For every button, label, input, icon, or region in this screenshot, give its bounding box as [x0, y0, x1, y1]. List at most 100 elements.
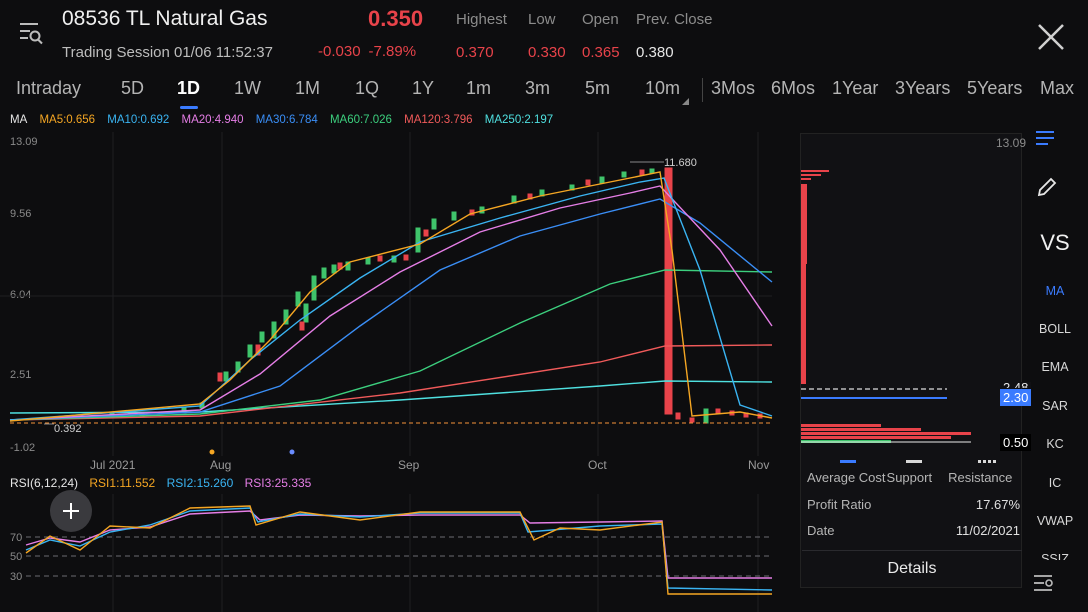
tab-1q[interactable]: 1Q	[355, 78, 379, 99]
list-icon[interactable]	[1036, 130, 1056, 146]
resistance-swatch	[978, 460, 996, 463]
current-price: 0.350	[368, 6, 424, 31]
price-chart[interactable]: 11.680 0.392	[0, 128, 780, 458]
rsi3-value: RSI3:25.335	[244, 476, 312, 490]
stat-label-open: Open	[582, 11, 619, 28]
sidebar-item-ic[interactable]: IC	[1022, 476, 1088, 490]
active-tab-indicator	[180, 106, 198, 109]
tab-5d[interactable]: 5D	[121, 78, 144, 99]
sidebar-item-sar[interactable]: SAR	[1022, 399, 1088, 413]
menu-search-icon[interactable]	[18, 20, 44, 48]
ma20-value: MA20:4.940	[181, 114, 244, 126]
rsi2-value: RSI2:15.260	[166, 476, 234, 490]
tab-1m[interactable]: 1M	[295, 78, 320, 99]
ma120-value: MA120:3.796	[404, 114, 473, 126]
tab-3mos[interactable]: 3Mos	[711, 78, 755, 99]
indicator-sidebar: VS MA BOLL EMA SAR KC IC VWAP SSIZ	[1022, 120, 1088, 612]
tab-1min[interactable]: 1m	[466, 78, 491, 99]
compare-vs-button[interactable]: VS	[1022, 230, 1088, 256]
add-indicator-button[interactable]	[50, 490, 92, 532]
details-button[interactable]: Details	[802, 550, 1022, 586]
rsi-level-label: 70	[10, 532, 22, 544]
rsi-chart[interactable]: 70 50 30	[0, 492, 780, 612]
event-marker-dot	[289, 449, 295, 455]
ma-legend-title: MA	[10, 114, 28, 126]
x-axis-label: Jul 2021	[90, 458, 136, 472]
rsi-legend[interactable]: RSI(6,12,24) RSI1:11.552 RSI2:15.260 RSI…	[10, 476, 319, 490]
legend-support: Support	[886, 470, 933, 485]
sidebar-item-kc[interactable]: KC	[1022, 437, 1088, 451]
x-axis-label: Nov	[748, 458, 770, 472]
tab-5years[interactable]: 5Years	[967, 78, 1022, 99]
stat-label-highest: Highest	[456, 11, 507, 28]
price-change: -0.030 -7.89%	[318, 43, 416, 60]
rsi-legend-title: RSI(6,12,24)	[10, 476, 79, 490]
tab-1w[interactable]: 1W	[234, 78, 261, 99]
panel-legend: Average CostSupport Resistance	[807, 470, 1012, 485]
rsi3-line	[25, 510, 772, 579]
sidebar-item-ssiz[interactable]: SSIZ	[1022, 552, 1088, 560]
ma5-value: MA5:0.656	[39, 114, 96, 126]
tab-max[interactable]: Max	[1040, 78, 1074, 99]
period-tabs: Intraday 5D 1D 1W 1M 1Q 1Y 1m 3m 5m 10m …	[0, 72, 1088, 110]
sidebar-item-boll[interactable]: BOLL	[1022, 322, 1088, 336]
tab-1year[interactable]: 1Year	[832, 78, 878, 99]
tab-divider	[702, 78, 703, 102]
stat-value-prev-close: 0.380	[636, 44, 674, 61]
legend-avg-cost: Average Cost	[807, 470, 886, 485]
chip-distribution-panel[interactable]	[800, 133, 1022, 588]
ma250-value: MA250:2.197	[484, 114, 554, 126]
legend-resistance: Resistance	[948, 470, 1013, 485]
ma120-line	[9, 344, 773, 421]
sidebar-item-ema[interactable]: EMA	[1022, 360, 1088, 374]
tab-3min[interactable]: 3m	[525, 78, 550, 99]
date-value: 11/02/2021	[955, 523, 1020, 538]
sidebar-item-ma[interactable]: MA	[1022, 284, 1088, 298]
sidebar-item-vwap[interactable]: VWAP	[1022, 514, 1088, 528]
more-intervals-icon[interactable]	[682, 98, 689, 105]
stat-label-prev-close: Prev. Close	[636, 11, 713, 28]
stat-value-low: 0.330	[528, 44, 566, 61]
tab-intraday[interactable]: Intraday	[16, 78, 81, 99]
support-swatch	[906, 460, 922, 463]
ma250-line	[9, 380, 773, 414]
tab-1d[interactable]: 1D	[177, 78, 200, 99]
tab-10min[interactable]: 10m	[645, 78, 680, 99]
date-label: Date	[807, 523, 835, 538]
x-axis-label: Oct	[588, 458, 607, 472]
low-annotation: 0.392	[54, 423, 82, 435]
rsi1-line	[25, 505, 772, 595]
profit-ratio-label: Profit Ratio	[807, 497, 872, 512]
x-axis-label: Aug	[210, 458, 232, 472]
x-axis-label: Sep	[398, 458, 420, 472]
rsi-level-label: 30	[10, 571, 22, 583]
quote-header: 08536 TL Natural Gas 0.350 Trading Sessi…	[0, 0, 1088, 70]
ma-legend[interactable]: MA MA5:0.656 MA10:0.692 MA20:4.940 MA30:…	[10, 114, 562, 126]
rsi-level-label: 50	[10, 551, 22, 563]
trading-session: Trading Session 01/06 11:52:37	[62, 44, 273, 61]
change-value: -0.030	[318, 43, 361, 60]
close-icon[interactable]	[1036, 22, 1066, 52]
volume-profile-chart	[801, 170, 971, 443]
tab-1y[interactable]: 1Y	[412, 78, 434, 99]
rsi1-value: RSI1:11.552	[89, 476, 156, 490]
change-percent: -7.89%	[368, 43, 417, 60]
stat-label-low: Low	[528, 11, 556, 28]
high-annotation: 11.680	[664, 157, 697, 169]
stat-value-open: 0.365	[582, 44, 620, 61]
tab-6mos[interactable]: 6Mos	[771, 78, 815, 99]
settings-list-icon[interactable]	[1034, 574, 1056, 592]
ma10-line	[9, 177, 773, 421]
ma10-value: MA10:0.692	[107, 114, 170, 126]
ma20-line	[9, 185, 773, 421]
stat-value-highest: 0.370	[456, 44, 494, 61]
tab-3years[interactable]: 3Years	[895, 78, 950, 99]
ma60-value: MA60:7.026	[329, 114, 392, 126]
pencil-icon[interactable]	[1036, 176, 1058, 198]
rsi2-line	[25, 507, 773, 591]
tab-5min[interactable]: 5m	[585, 78, 610, 99]
ma60-line	[9, 269, 773, 421]
ma30-line	[9, 198, 773, 421]
stock-title: 08536 TL Natural Gas	[62, 7, 268, 30]
ma30-value: MA30:6.784	[255, 114, 318, 126]
